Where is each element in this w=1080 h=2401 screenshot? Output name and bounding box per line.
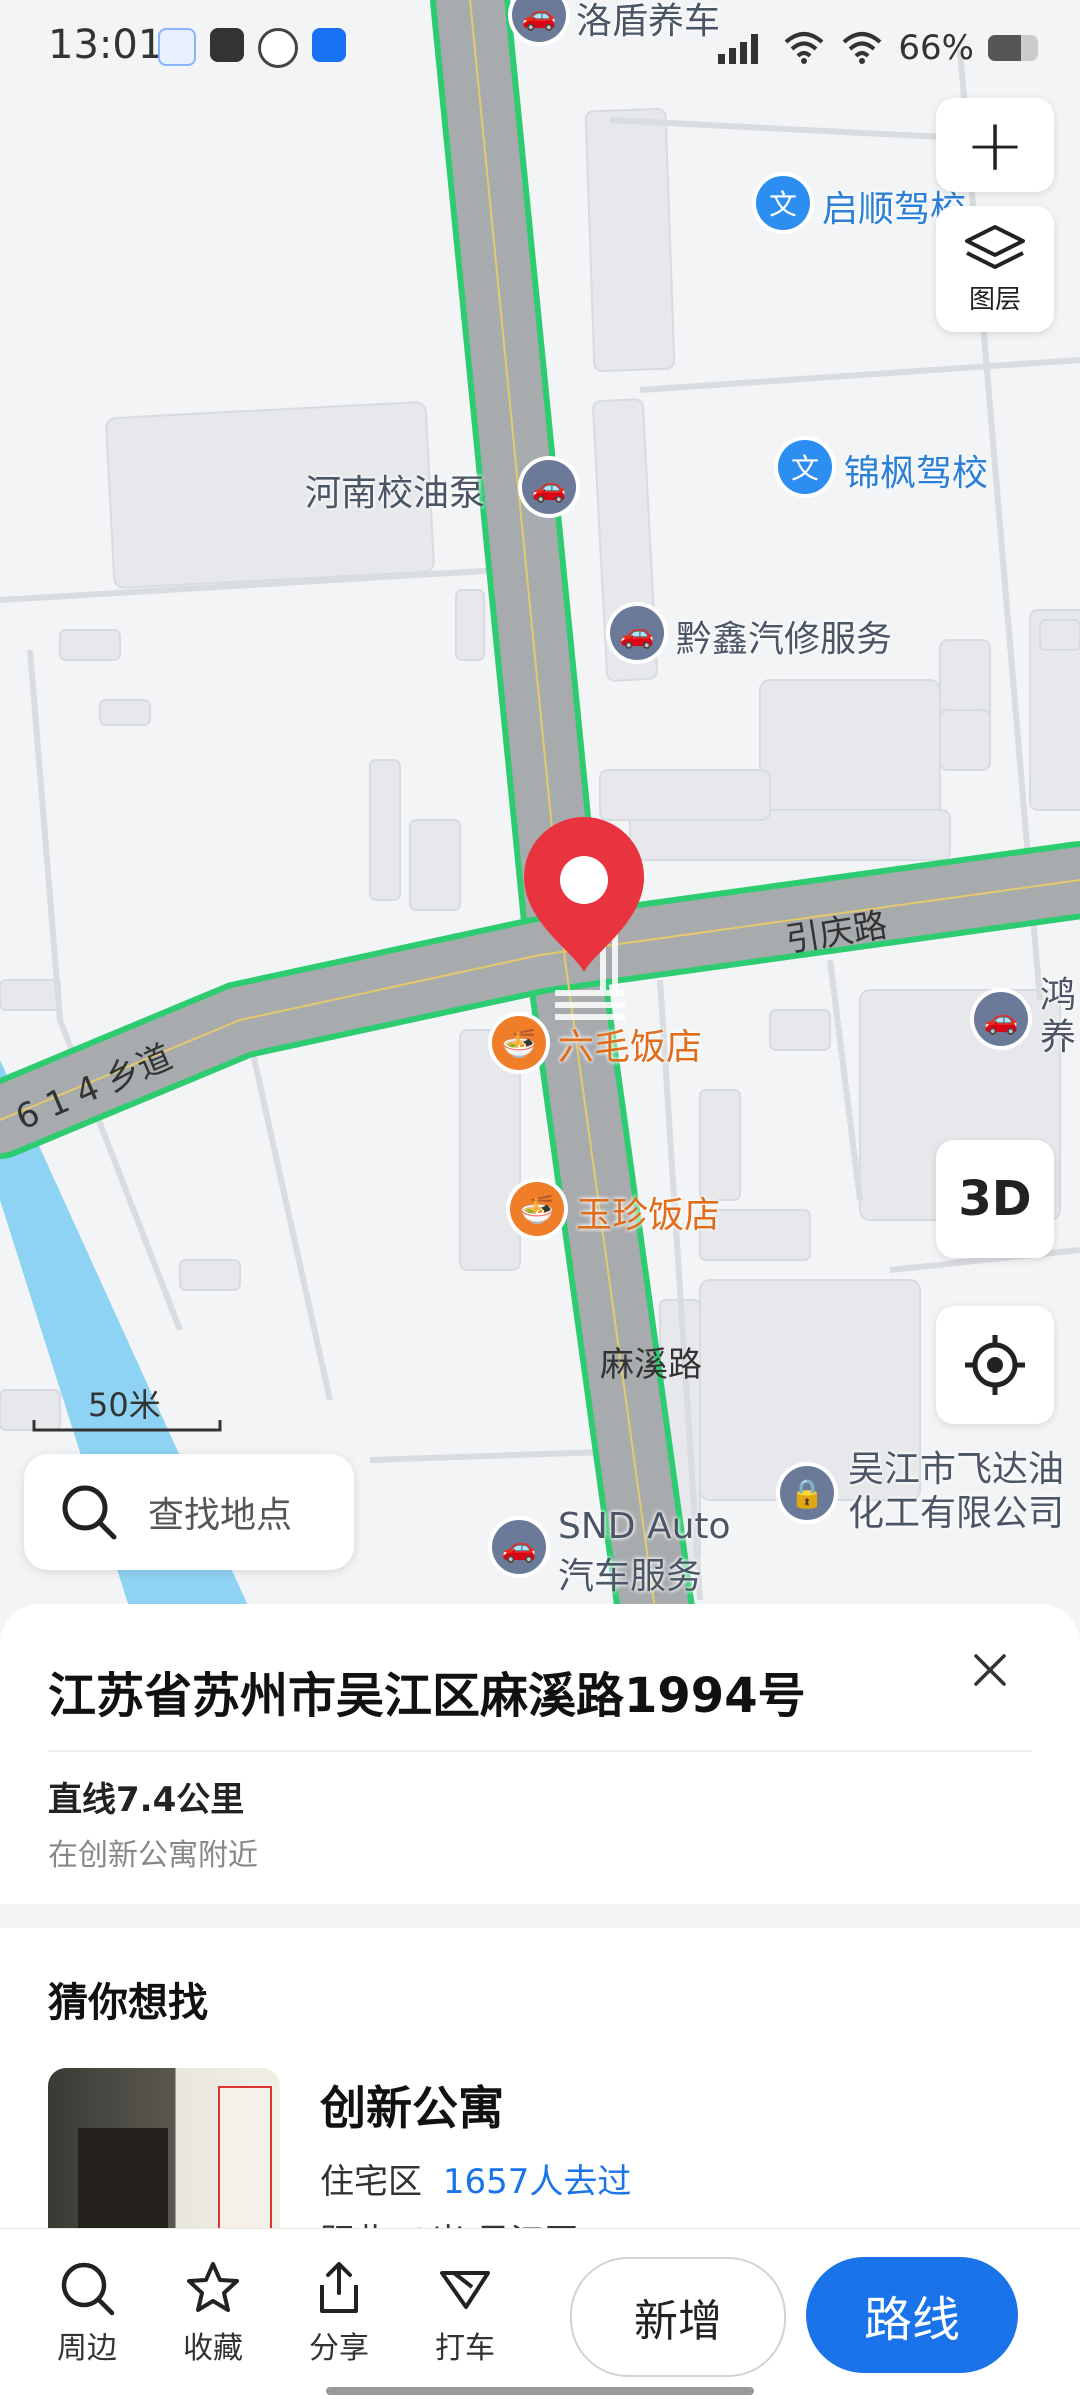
road-label-maxi: 麻溪路 — [600, 1345, 702, 1385]
message-notification-icon — [210, 28, 244, 62]
car-service-icon[interactable]: 🚗 — [492, 1520, 546, 1574]
link-notification-icon — [258, 28, 298, 68]
address-title: 江苏省苏州市吴江区麻溪路1994号 — [48, 1668, 806, 1724]
share-icon — [320, 2262, 358, 2313]
place-visits: 1657人去过 — [442, 2162, 632, 2202]
suggestions-title: 猜你想找 — [48, 1980, 208, 2026]
zoom-in-button[interactable]: + — [936, 98, 1054, 192]
divider — [48, 1750, 1032, 1752]
nearby-label: 周边 — [57, 2331, 117, 2366]
plus-icon: + — [964, 103, 1026, 187]
bottom-action-bar: 周边 收藏 分享 打车 新增 路线 — [0, 2228, 1080, 2401]
3d-label: 3D — [958, 1171, 1032, 1227]
restaurant-icon[interactable]: 🍜 — [492, 1016, 546, 1070]
school-icon[interactable]: 文 — [756, 176, 810, 230]
taxi-label: 打车 — [435, 2331, 495, 2366]
route-label: 路线 — [863, 2292, 960, 2348]
place-meta: 住宅区 1657人去过 — [320, 2154, 631, 2203]
location-pin-icon[interactable] — [514, 812, 654, 982]
notification-icons — [158, 28, 346, 68]
restaurant-icon[interactable]: 🍜 — [510, 1182, 564, 1236]
zhihu-notification-icon — [312, 28, 346, 62]
poi-liumao[interactable]: 六毛饭店 — [558, 1018, 702, 1070]
poi-henan[interactable]: 河南校油泵 — [305, 464, 485, 516]
car-service-icon[interactable]: 🚗 — [522, 460, 576, 514]
wifi-icon — [785, 32, 824, 64]
favorite-button[interactable]: 收藏 — [168, 2259, 258, 2367]
distance-text: 直线7.4公里 — [48, 1780, 245, 1820]
close-icon[interactable] — [970, 1650, 1010, 1690]
app-notification-icon — [158, 28, 196, 66]
poi-qianxin[interactable]: 黔鑫汽修服务 — [676, 610, 892, 662]
route-button[interactable]: 路线 — [806, 2257, 1018, 2373]
poi-yuzhen[interactable]: 玉珍饭店 — [576, 1186, 720, 1238]
layers-label: 图层 — [968, 284, 1021, 315]
map-view[interactable]: 引庆路 6 1 4 乡道 麻溪路 🚗 洛盾养车 文 启顺驾校 🚗 河南校油泵 文… — [0, 0, 1080, 1610]
star-icon — [187, 2262, 239, 2312]
status-time: 13:01 — [48, 22, 164, 68]
poi-snd-line2: 汽车服务 — [558, 1556, 703, 1597]
3d-button[interactable]: 3D — [936, 1140, 1054, 1258]
search-icon — [61, 2262, 115, 2316]
poi-snd-line1: SND Auto — [558, 1506, 731, 1547]
poi-hong[interactable]: 鸿养 — [1040, 975, 1080, 1059]
nearby-text: 在创新公寓附近 — [48, 1838, 258, 1873]
favorite-label: 收藏 — [183, 2331, 243, 2366]
taxi-icon — [440, 2271, 490, 2309]
battery-icon — [988, 35, 1038, 61]
layers-button[interactable]: 图层 — [936, 206, 1054, 332]
nearby-button[interactable]: 周边 — [42, 2259, 132, 2367]
search-icon — [62, 1485, 117, 1540]
crosshair-icon — [965, 1335, 1025, 1395]
poi-feida[interactable]: 吴江市飞达油化工有限公司 — [848, 1448, 1080, 1536]
add-button[interactable]: 新增 — [570, 2257, 786, 2377]
status-bar: 13:01 66% — [0, 0, 1080, 100]
map-canvas — [0, 0, 1080, 1610]
home-indicator — [326, 2387, 754, 2395]
place-category: 住宅区 — [320, 2162, 422, 2202]
locate-button[interactable] — [936, 1306, 1054, 1424]
wifi-icon — [843, 32, 882, 64]
search-placeholder: 查找地点 — [148, 1495, 293, 1536]
add-label: 新增 — [634, 2296, 722, 2347]
status-right: 66% — [714, 28, 1038, 68]
layers-icon — [965, 224, 1025, 269]
car-service-icon[interactable]: 🚗 — [974, 992, 1028, 1046]
poi-jinfeng[interactable]: 锦枫驾校 — [844, 444, 988, 496]
share-label: 分享 — [309, 2331, 369, 2366]
signal-icon — [718, 34, 759, 64]
school-icon[interactable]: 文 — [778, 440, 832, 494]
place-name: 创新公寓 — [320, 2081, 504, 2135]
scale-label: 50米 — [88, 1386, 161, 1424]
car-service-icon[interactable]: 🚗 — [610, 606, 664, 660]
share-button[interactable]: 分享 — [294, 2259, 384, 2367]
location-card: 江苏省苏州市吴江区麻溪路1994号 直线7.4公里 在创新公寓附近 — [0, 1604, 1080, 1904]
search-bar[interactable]: 查找地点 — [24, 1454, 354, 1570]
factory-icon[interactable]: 🔒 — [780, 1466, 834, 1520]
poi-snd[interactable]: SND Auto 汽车服务 — [558, 1506, 731, 1599]
taxi-button[interactable]: 打车 — [420, 2259, 510, 2367]
battery-percent: 66% — [898, 28, 974, 68]
